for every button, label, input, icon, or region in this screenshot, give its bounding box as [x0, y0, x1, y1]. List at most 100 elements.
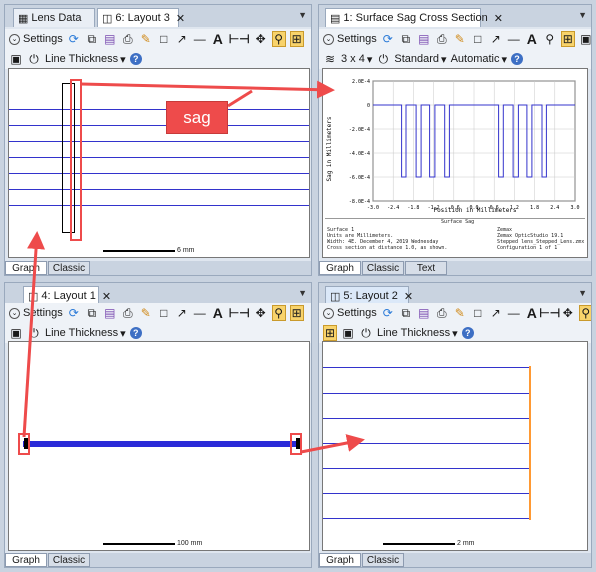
line-icon[interactable]: —: [507, 305, 521, 321]
export-icon[interactable]: ▤: [417, 305, 431, 321]
text-icon[interactable]: A: [211, 31, 225, 47]
x-tick-label: -2.4: [387, 205, 399, 211]
refresh-icon[interactable]: ⟳: [381, 31, 395, 47]
print-icon[interactable]: ⎙: [121, 31, 135, 47]
window-icon[interactable]: ▣: [9, 325, 23, 341]
grid-view-icon[interactable]: ⊞: [323, 325, 337, 341]
arrow-icon[interactable]: ↗: [489, 31, 503, 47]
close-icon[interactable]: ✕: [176, 12, 185, 25]
settings-button[interactable]: ⌄ Settings: [9, 307, 63, 319]
tab-classic[interactable]: Classic: [362, 553, 404, 567]
help-icon[interactable]: ?: [129, 327, 142, 339]
line-icon[interactable]: —: [507, 31, 521, 47]
line-thickness-dropdown[interactable]: Line Thickness ▾: [45, 327, 126, 340]
print-icon[interactable]: ⎙: [121, 305, 135, 321]
grid-view-icon[interactable]: ⊞: [289, 305, 304, 321]
pencil-icon[interactable]: ✎: [139, 31, 153, 47]
tab-graph[interactable]: Graph: [319, 261, 361, 275]
dimension-icon[interactable]: ⊢⊣: [539, 305, 560, 321]
copy-icon[interactable]: ⧉: [85, 305, 99, 321]
refresh-icon[interactable]: ⟳: [381, 305, 395, 321]
export-icon[interactable]: ▤: [103, 31, 117, 47]
power-icon[interactable]: ⏻: [27, 325, 41, 341]
print-icon[interactable]: ⎙: [435, 305, 449, 321]
tab-text[interactable]: Text: [405, 261, 447, 275]
close-icon[interactable]: ✕: [404, 290, 413, 303]
power-icon[interactable]: ⏻: [376, 51, 390, 67]
text-icon[interactable]: A: [525, 305, 539, 321]
export-icon[interactable]: ▤: [417, 31, 431, 47]
tab-classic[interactable]: Classic: [48, 261, 90, 275]
zoom-icon[interactable]: ⚲: [271, 31, 286, 47]
dropdown-icon[interactable]: ▼: [298, 288, 307, 298]
close-icon[interactable]: ✕: [494, 12, 503, 25]
lock-icon[interactable]: ⚲: [543, 31, 557, 47]
tab-lens-data[interactable]: ▦ Lens Data: [13, 8, 95, 27]
copy-icon[interactable]: ⧉: [85, 31, 99, 47]
arrow-icon[interactable]: ↗: [175, 31, 189, 47]
export-icon[interactable]: ▤: [103, 305, 117, 321]
copy-icon[interactable]: ⧉: [399, 305, 413, 321]
dimension-icon[interactable]: ⊢⊣: [229, 31, 250, 47]
refresh-icon[interactable]: ⟳: [67, 31, 81, 47]
pencil-icon[interactable]: ✎: [453, 31, 467, 47]
tab-surface-sag[interactable]: ▤ 1: Surface Sag Cross Section ✕: [325, 8, 503, 27]
pan-icon[interactable]: ✥: [561, 305, 575, 321]
settings-button[interactable]: ⌄ Settings: [323, 307, 377, 319]
text-icon[interactable]: A: [211, 305, 225, 321]
text-icon[interactable]: A: [525, 31, 539, 47]
ray: [9, 189, 309, 190]
rectangle-icon[interactable]: □: [471, 305, 485, 321]
help-icon[interactable]: ?: [511, 53, 524, 65]
window-icon[interactable]: ▣: [579, 31, 591, 47]
print-icon[interactable]: ⎙: [435, 31, 449, 47]
close-icon[interactable]: ✕: [102, 290, 111, 303]
power-icon[interactable]: ⏻: [27, 51, 41, 67]
rectangle-icon[interactable]: □: [471, 31, 485, 47]
layout-grid-dropdown[interactable]: 3 x 4 ▾: [341, 53, 372, 66]
power-icon[interactable]: ⏻: [359, 325, 373, 341]
pencil-icon[interactable]: ✎: [453, 305, 467, 321]
toolbar-row1: ⌄ Settings ⟳ ⧉ ▤ ⎙ ✎ □ ↗ — A ⊢⊣ ✥ ⚲: [319, 303, 591, 323]
dropdown-icon[interactable]: ▼: [298, 10, 307, 20]
rectangle-icon[interactable]: □: [157, 305, 171, 321]
grid-view-icon[interactable]: ⊞: [289, 31, 304, 47]
layout-icon: ◫: [102, 12, 113, 25]
line-thickness-dropdown[interactable]: Line Thickness ▾: [377, 327, 458, 340]
settings-button[interactable]: ⌄ Settings: [323, 33, 377, 45]
help-icon[interactable]: ?: [129, 53, 142, 65]
layout2-canvas: 2 mm: [322, 341, 588, 551]
dropdown-icon[interactable]: ▼: [578, 10, 587, 20]
pencil-icon[interactable]: ✎: [139, 305, 153, 321]
window-icon[interactable]: ▣: [9, 51, 23, 67]
rectangle-icon[interactable]: □: [157, 31, 171, 47]
lens-outline: [62, 83, 75, 233]
zoom-icon[interactable]: ⚲: [578, 305, 591, 321]
copy-icon[interactable]: ⧉: [399, 31, 413, 47]
pan-icon[interactable]: ✥: [254, 31, 268, 47]
dimension-icon[interactable]: ⊢⊣: [229, 305, 250, 321]
automatic-dropdown[interactable]: Automatic ▾: [451, 53, 507, 66]
refresh-icon[interactable]: ⟳: [67, 305, 81, 321]
window-icon[interactable]: ▣: [341, 325, 355, 341]
tab-classic[interactable]: Classic: [362, 261, 404, 275]
pan-icon[interactable]: ✥: [254, 305, 268, 321]
tab-graph[interactable]: Graph: [5, 553, 47, 567]
layers-icon[interactable]: ≋: [323, 51, 337, 67]
dropdown-icon[interactable]: ▼: [578, 288, 587, 298]
tab-classic[interactable]: Classic: [48, 553, 90, 567]
arrow-icon[interactable]: ↗: [489, 305, 503, 321]
line-icon[interactable]: —: [193, 31, 207, 47]
line-icon[interactable]: —: [193, 305, 207, 321]
tab-graph[interactable]: Graph: [5, 261, 47, 275]
help-icon[interactable]: ?: [461, 327, 474, 339]
zoom-icon[interactable]: ⚲: [271, 305, 286, 321]
arrow-icon[interactable]: ↗: [175, 305, 189, 321]
grid-view-icon[interactable]: ⊞: [560, 31, 575, 47]
settings-button[interactable]: ⌄ Settings: [9, 33, 63, 45]
line-thickness-dropdown[interactable]: Line Thickness ▾: [45, 53, 126, 66]
surface-sag-panel: ▤ 1: Surface Sag Cross Section ✕ ▼ ⌄ Sett…: [318, 4, 592, 276]
tab-layout3[interactable]: ◫ 6: Layout 3 ✕: [97, 8, 185, 27]
tab-graph[interactable]: Graph: [319, 553, 361, 567]
standard-dropdown[interactable]: Standard ▾: [394, 53, 446, 66]
